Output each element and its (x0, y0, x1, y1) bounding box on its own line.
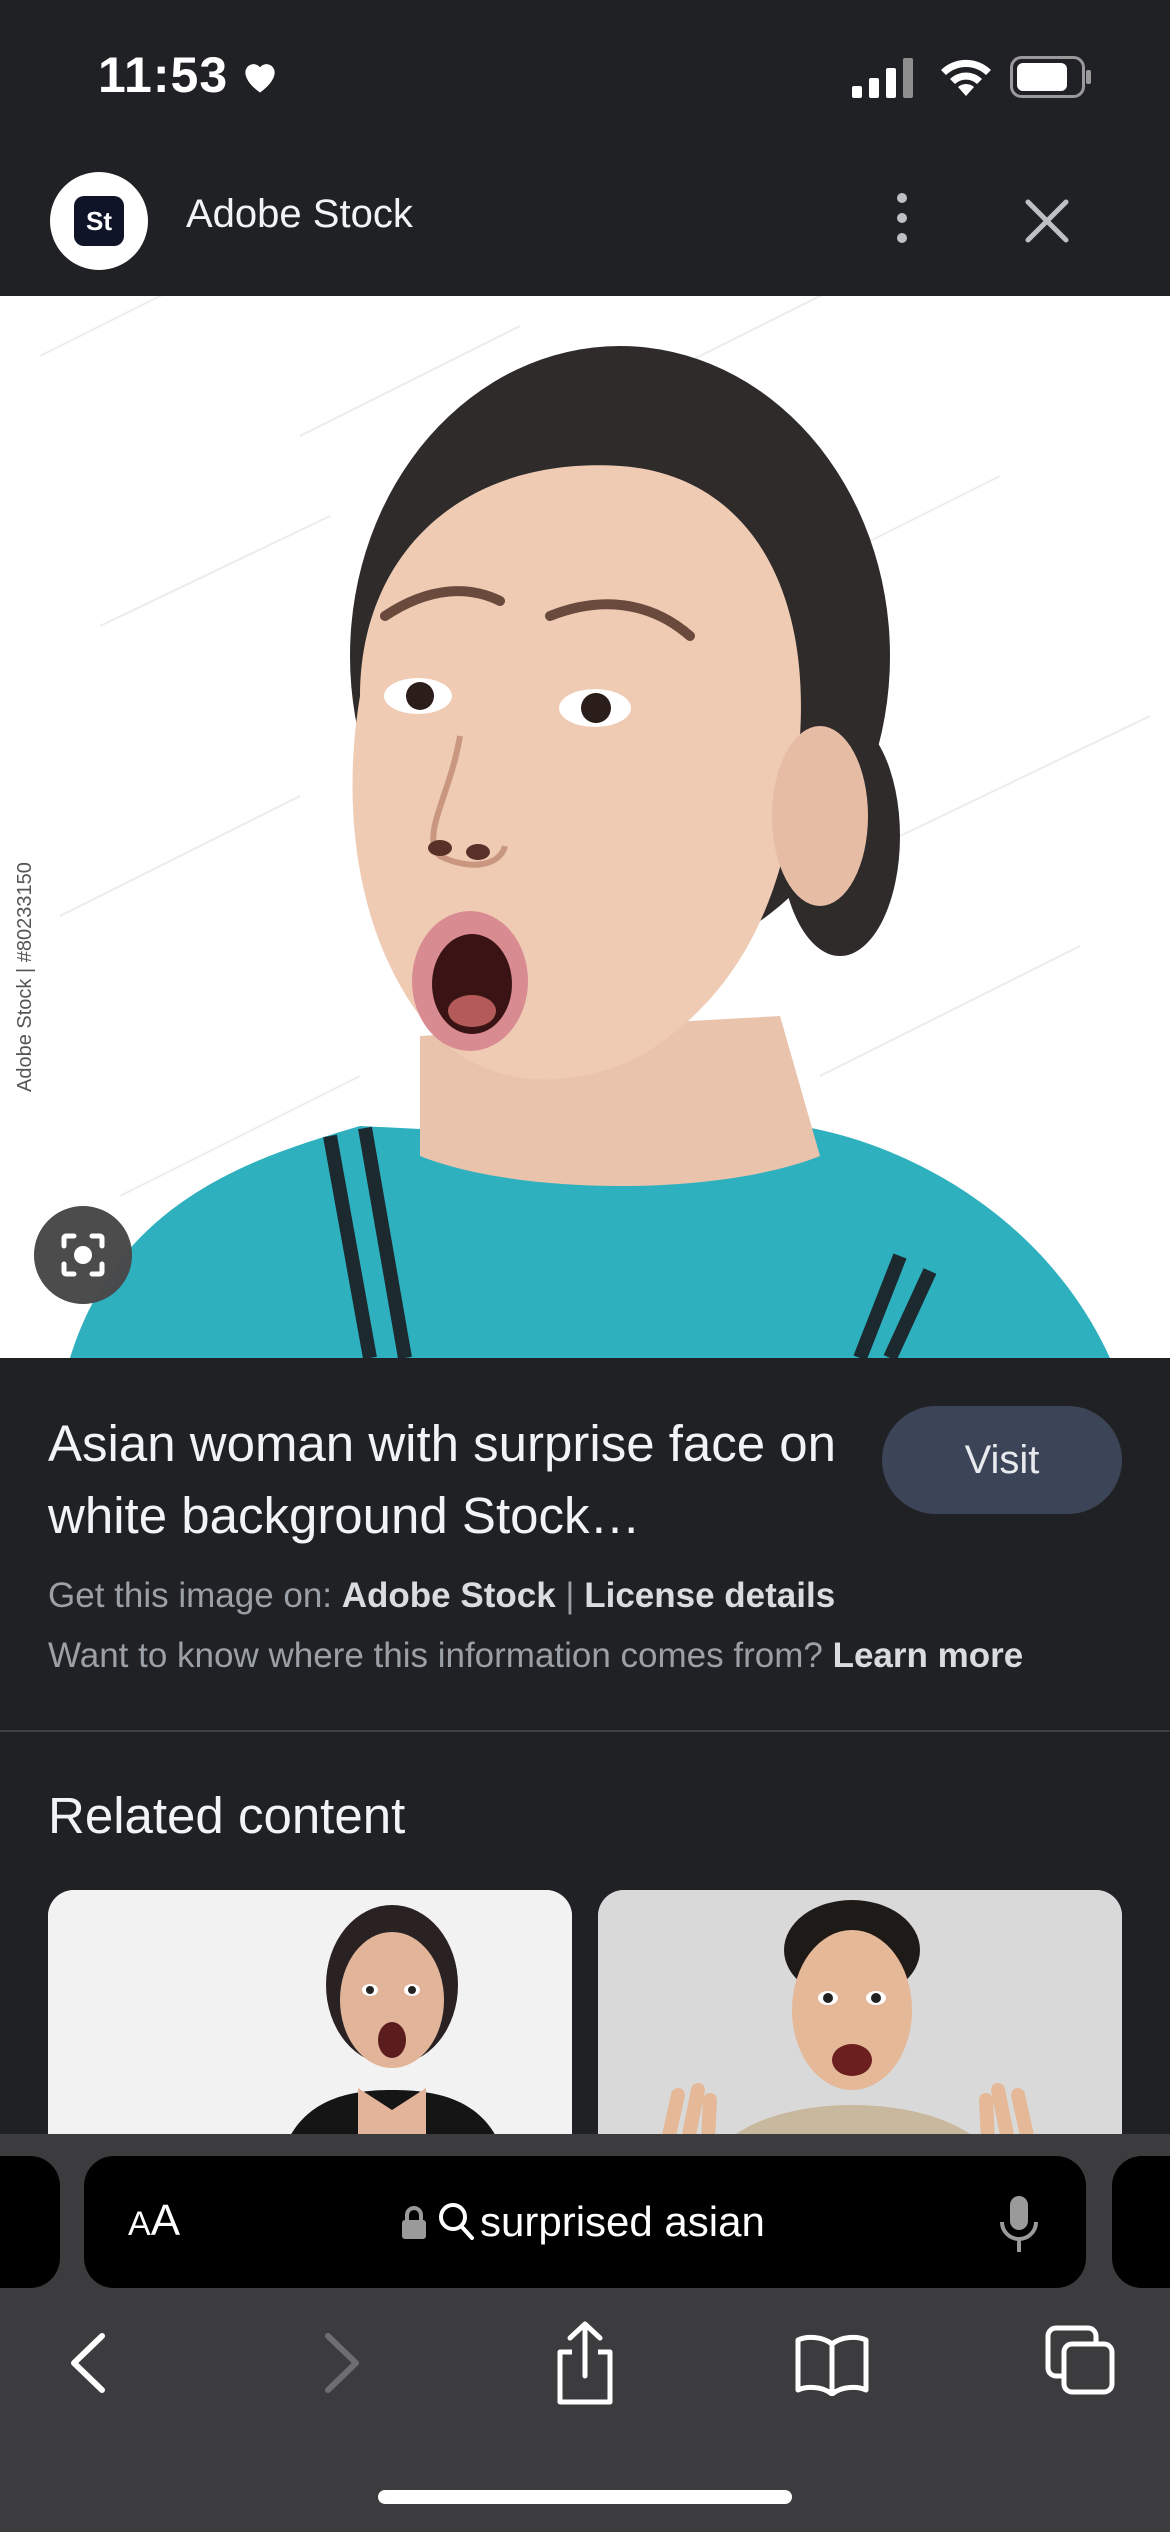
home-indicator (378, 2490, 792, 2504)
lock-icon (402, 2206, 426, 2239)
more-options-icon[interactable] (880, 188, 924, 248)
related-image-woman (48, 1890, 572, 2140)
wifi-icon (941, 59, 991, 96)
viewer-header (0, 150, 1170, 296)
source-line: Get this image on: Adobe Stock | License… (48, 1576, 835, 1616)
related-content-heading: Related content (48, 1787, 406, 1844)
aa-large: A (150, 2196, 181, 2245)
info-question: Want to know where this information come… (48, 1636, 833, 1675)
address-bar-text[interactable]: surprised asian (480, 2198, 765, 2246)
source-separator: | (555, 1576, 585, 1615)
share-icon[interactable] (550, 2320, 620, 2406)
learn-more-link[interactable]: Learn more (833, 1636, 1024, 1675)
license-details-link[interactable]: License details (584, 1576, 835, 1615)
battery-icon (1010, 56, 1091, 98)
image-watermark: Adobe Stock | #80233150 (14, 862, 36, 1092)
heart-icon (245, 64, 275, 93)
source-prefix: Get this image on: (48, 1576, 342, 1615)
back-icon[interactable] (64, 2330, 114, 2396)
result-title[interactable]: Asian woman with surprise face on white … (48, 1408, 868, 1552)
info-line: Want to know where this information come… (48, 1636, 1023, 1676)
section-divider (0, 1730, 1170, 1732)
related-card[interactable] (48, 1890, 572, 2140)
search-icon (439, 2203, 474, 2240)
surprised-woman-photo (0, 296, 1170, 1358)
forward-icon[interactable] (316, 2330, 366, 2396)
close-icon[interactable] (1020, 194, 1074, 248)
result-image[interactable] (0, 296, 1170, 1358)
previous-tab-preview[interactable] (0, 2156, 60, 2288)
source-link[interactable]: Adobe Stock (342, 1576, 556, 1615)
lens-search-icon[interactable] (34, 1206, 132, 1304)
aa-small: A (128, 2205, 151, 2243)
tabs-icon[interactable] (1044, 2324, 1116, 2396)
reader-text-size-button[interactable]: AA (128, 2196, 180, 2246)
site-name[interactable]: Adobe Stock (186, 192, 413, 237)
next-tab-preview[interactable] (1112, 2156, 1170, 2288)
microphone-icon[interactable] (998, 2194, 1040, 2254)
site-logo-mark: St (74, 196, 124, 246)
bookmarks-icon[interactable] (794, 2332, 870, 2396)
status-time: 11:53 (98, 47, 229, 103)
cellular-signal-icon (852, 58, 913, 98)
visit-button[interactable]: Visit (882, 1406, 1122, 1514)
related-card[interactable] (598, 1890, 1122, 2140)
related-image-man (598, 1890, 1122, 2140)
